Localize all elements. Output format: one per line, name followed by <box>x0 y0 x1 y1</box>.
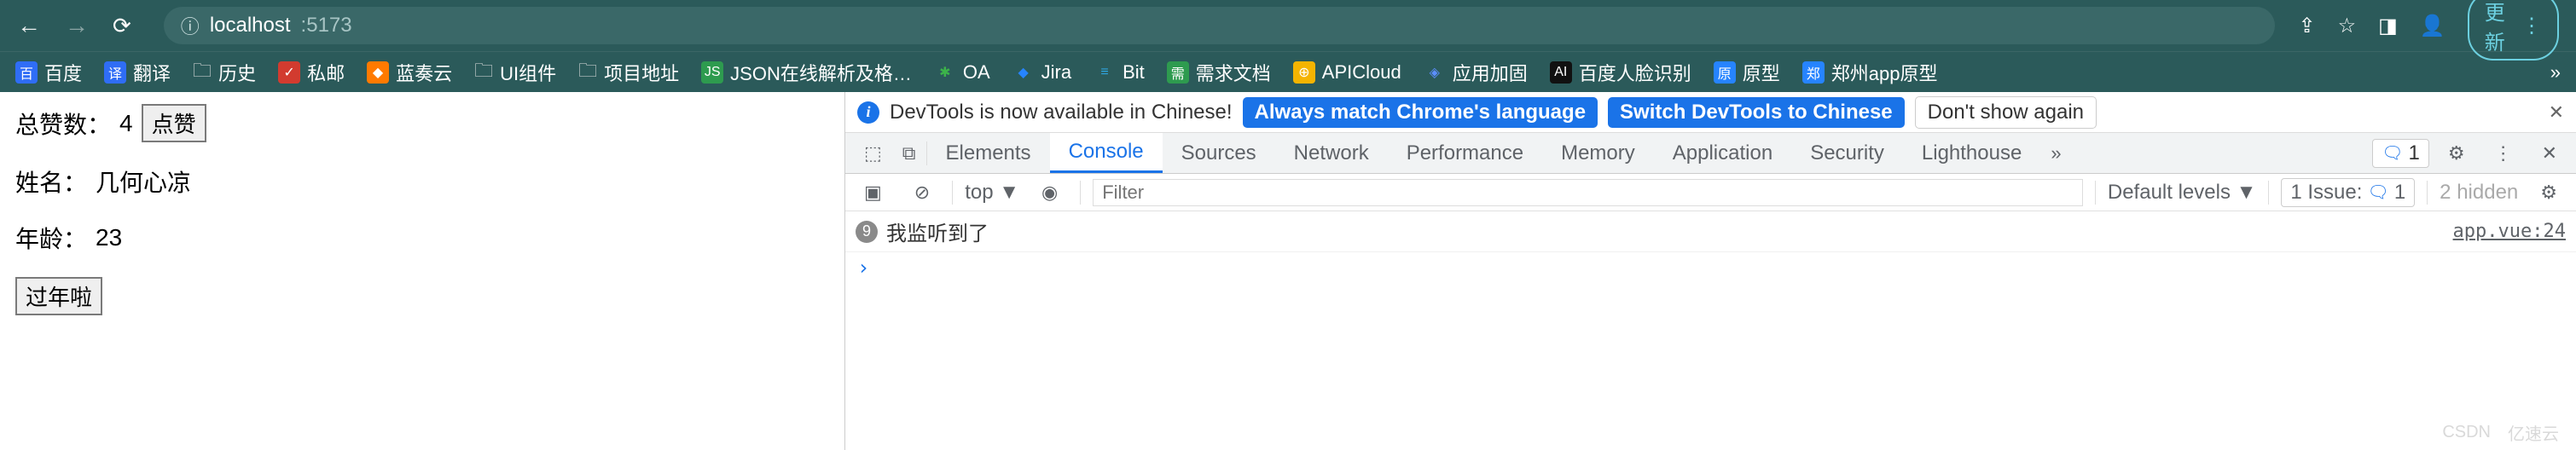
console-message-text: 我监听到了 <box>886 216 989 246</box>
source-link[interactable]: app.vue:24 <box>2453 221 2566 242</box>
bookmark-star-icon[interactable]: ☆ <box>2338 14 2357 38</box>
log-levels-selector[interactable]: Default levels ▼ <box>2108 181 2257 205</box>
bookmark-item[interactable]: 百百度 <box>15 59 82 86</box>
bookmark-item[interactable]: ✓私邮 <box>278 59 345 86</box>
age-label: 年龄： <box>15 221 87 255</box>
name-value: 几何心凉 <box>96 164 191 199</box>
bookmark-item[interactable]: 🗀项目地址 <box>578 56 679 89</box>
message-count-badge: 9 <box>856 221 878 243</box>
page-content: 总赞数： 4 点赞 姓名： 几何心凉 年龄： 23 过年啦 <box>0 92 844 450</box>
url-port: :5173 <box>301 14 352 38</box>
devtools-panel: i DevTools is now available in Chinese! … <box>844 92 2576 450</box>
site-info-icon[interactable]: ⓘ <box>181 12 200 39</box>
browser-toolbar: ← → ⟳ ⓘ localhost:5173 ⇪ ☆ ◨ 👤 更新⋮ <box>0 0 2576 51</box>
share-icon[interactable]: ⇪ <box>2299 14 2316 38</box>
console-settings-gear-icon[interactable]: ⚙ <box>2530 182 2567 204</box>
bookmark-item[interactable]: ✱OA <box>934 61 990 84</box>
device-toggle-icon[interactable]: ⧉ <box>892 142 926 164</box>
extensions-icon[interactable]: ◨ <box>2378 14 2398 38</box>
console-output: 9 我监听到了 app.vue:24 › CSDN亿速云 <box>845 211 2576 450</box>
devtools-locale-banner: i DevTools is now available in Chinese! … <box>845 92 2576 133</box>
tab-network[interactable]: Network <box>1275 133 1388 173</box>
chat-icon: 🗨 <box>2382 142 2403 164</box>
bookmarks-overflow-icon[interactable]: » <box>2550 61 2561 84</box>
bookmark-item[interactable]: 需需求文档 <box>1167 59 1271 86</box>
bookmark-item[interactable]: AI百度人脸识别 <box>1550 59 1691 86</box>
tab-console[interactable]: Console <box>1050 133 1163 173</box>
settings-gear-icon[interactable]: ⚙ <box>2438 142 2475 164</box>
bookmark-item[interactable]: JSJSON在线解析及格… <box>701 59 912 86</box>
banner-switch-language-button[interactable]: Switch DevTools to Chinese <box>1608 97 1905 128</box>
url-host: localhost <box>210 14 291 38</box>
tab-security[interactable]: Security <box>1791 133 1903 173</box>
like-button[interactable]: 点赞 <box>142 104 206 142</box>
bookmark-item[interactable]: ◆Jira <box>1012 61 1071 84</box>
bookmark-item[interactable]: ⊕APICloud <box>1293 61 1401 84</box>
sidebar-toggle-icon[interactable]: ▣ <box>854 182 892 204</box>
tab-elements[interactable]: Elements <box>927 133 1050 173</box>
bookmark-item[interactable]: 🗀历史 <box>193 56 256 89</box>
bookmark-item[interactable]: 原原型 <box>1714 59 1780 86</box>
close-icon[interactable]: ✕ <box>2549 101 2564 124</box>
tab-memory[interactable]: Memory <box>1542 133 1654 173</box>
bookmark-item[interactable]: 🗀UI组件 <box>474 56 556 89</box>
watermark: CSDN亿速云 <box>2442 420 2559 445</box>
tab-lighthouse[interactable]: Lighthouse <box>1903 133 2040 173</box>
likes-value: 4 <box>119 110 133 137</box>
folder-icon: 🗀 <box>193 56 212 89</box>
likes-label: 总赞数： <box>15 107 111 141</box>
forward-button[interactable]: → <box>65 12 89 39</box>
reload-button[interactable]: ⟳ <box>113 13 131 39</box>
bookmark-item[interactable]: ◆蓝奏云 <box>367 59 452 86</box>
inspect-icon[interactable]: ⬚ <box>854 142 892 164</box>
issues-indicator[interactable]: 🗨1 <box>2372 139 2429 168</box>
banner-dismiss-button[interactable]: Don't show again <box>1915 96 2097 129</box>
chat-icon: 🗨 <box>2367 182 2388 203</box>
hidden-count: 2 hidden <box>2440 181 2518 205</box>
tab-performance[interactable]: Performance <box>1388 133 1542 173</box>
tab-application[interactable]: Application <box>1654 133 1791 173</box>
update-button[interactable]: 更新⋮ <box>2468 0 2559 61</box>
kebab-menu-icon[interactable]: ⋮ <box>2484 142 2523 164</box>
bookmark-item[interactable]: 译翻译 <box>104 59 171 86</box>
console-issues-pill[interactable]: 1 Issue: 🗨 1 <box>2281 178 2415 207</box>
console-prompt[interactable]: › <box>845 252 2576 283</box>
live-expression-icon[interactable]: ◉ <box>1031 182 1068 204</box>
info-icon: i <box>857 101 879 124</box>
bookmark-item[interactable]: 郑郑州app原型 <box>1802 59 1938 86</box>
tab-sources[interactable]: Sources <box>1163 133 1275 173</box>
profile-icon[interactable]: 👤 <box>2420 14 2445 38</box>
address-bar[interactable]: ⓘ localhost :5173 <box>164 7 2275 44</box>
folder-icon: 🗀 <box>474 56 493 89</box>
close-devtools-icon[interactable]: ✕ <box>2532 142 2567 164</box>
folder-icon: 🗀 <box>578 56 597 89</box>
console-filter-input[interactable] <box>1093 179 2083 206</box>
clear-console-icon[interactable]: ⊘ <box>904 182 940 204</box>
bookmark-item[interactable]: ≡Bit <box>1094 61 1145 84</box>
name-label: 姓名： <box>15 164 87 199</box>
bookmark-item[interactable]: ◈应用加固 <box>1424 59 1528 86</box>
age-value: 23 <box>96 224 122 251</box>
context-selector[interactable]: top ▼ <box>965 181 1019 205</box>
banner-match-language-button[interactable]: Always match Chrome's language <box>1243 97 1598 128</box>
back-button[interactable]: ← <box>17 12 41 39</box>
devtools-tabs: ⬚ ⧉ Elements Console Sources Network Per… <box>845 133 2576 174</box>
console-message-row: 9 我监听到了 app.vue:24 <box>845 211 2576 252</box>
birthday-button[interactable]: 过年啦 <box>15 277 102 315</box>
bookmarks-bar: 百百度 译翻译 🗀历史 ✓私邮 ◆蓝奏云 🗀UI组件 🗀项目地址 JSJSON在… <box>0 51 2576 92</box>
tabs-overflow-icon[interactable]: » <box>2040 142 2071 164</box>
banner-text: DevTools is now available in Chinese! <box>890 101 1233 124</box>
console-toolbar: ▣ ⊘ top ▼ ◉ Default levels ▼ 1 Issue: 🗨 … <box>845 174 2576 211</box>
